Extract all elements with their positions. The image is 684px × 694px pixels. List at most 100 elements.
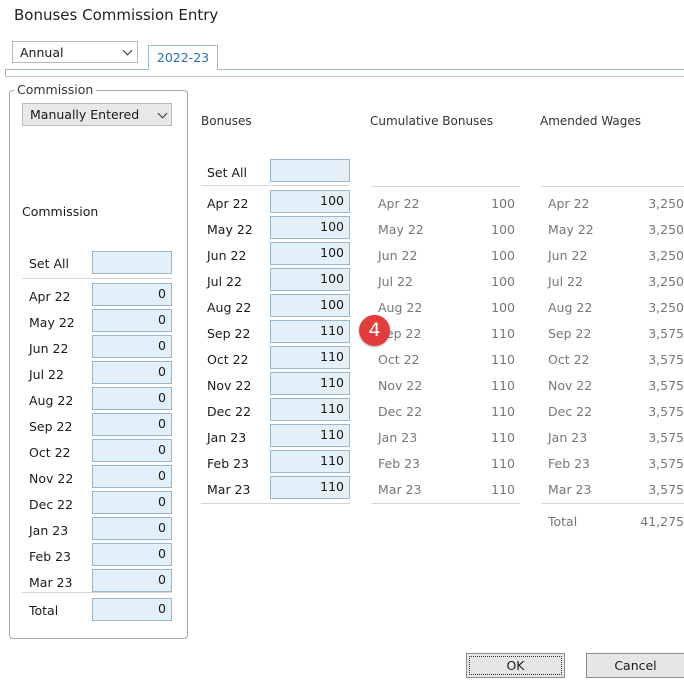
commission-group-label: Commission	[14, 82, 97, 97]
bonuses-heading: Bonuses	[201, 114, 252, 128]
bonus-month-label: Sep 22	[207, 326, 251, 341]
amended-month-value: 3,575	[648, 352, 684, 367]
divider	[541, 503, 684, 504]
commission-mode-value: Manually Entered	[30, 107, 140, 122]
amended-month-label: Sep 22	[548, 326, 592, 341]
cumulative-month-label: Mar 23	[378, 482, 422, 497]
commission-month-label: Jan 23	[29, 523, 69, 538]
amended-month-label: May 22	[548, 222, 594, 237]
bonus-month-label: Dec 22	[207, 404, 252, 419]
commission-month-input[interactable]: 0	[92, 283, 172, 306]
amended-month-value: 3,575	[648, 456, 684, 471]
amended-total-label: Total	[548, 514, 578, 529]
cumulative-month-value: 100	[491, 300, 515, 315]
cumulative-month-value: 110	[491, 404, 515, 419]
amended-month-label: Mar 23	[548, 482, 592, 497]
commission-month-input[interactable]: 0	[92, 517, 172, 540]
bonus-month-input[interactable]: 110	[270, 320, 350, 343]
cumulative-month-label: Nov 22	[378, 378, 423, 393]
amended-month-label: Jul 22	[548, 274, 583, 289]
commission-month-input[interactable]: 0	[92, 413, 172, 436]
commission-month-label: Dec 22	[29, 497, 74, 512]
bonuses-set-all-label: Set All	[207, 165, 247, 180]
amended-month-value: 3,575	[648, 404, 684, 419]
bonuses-set-all-input[interactable]	[270, 159, 350, 182]
commission-month-input[interactable]: 0	[92, 439, 172, 462]
bonus-month-label: Aug 22	[207, 300, 252, 315]
bonus-month-input[interactable]: 100	[270, 190, 350, 213]
bonus-month-label: Jul 22	[207, 274, 242, 289]
amended-month-value: 3,250	[648, 196, 684, 211]
bonus-month-input[interactable]: 110	[270, 450, 350, 473]
cumulative-month-value: 110	[491, 326, 515, 341]
bonus-month-input[interactable]: 110	[270, 424, 350, 447]
cumulative-month-label: Jul 22	[378, 274, 413, 289]
bonus-month-input[interactable]: 110	[270, 476, 350, 499]
commission-month-label: Jun 22	[29, 341, 69, 356]
amended-month-value: 3,250	[648, 300, 684, 315]
cumulative-month-label: Dec 22	[378, 404, 423, 419]
commission-month-label: Mar 23	[29, 575, 73, 590]
cumulative-month-label: Apr 22	[378, 196, 420, 211]
bonus-month-input[interactable]: 110	[270, 398, 350, 421]
chevron-down-icon	[157, 108, 168, 119]
divider	[22, 592, 172, 593]
commission-month-label: Sep 22	[29, 419, 73, 434]
bonus-month-input[interactable]: 100	[270, 268, 350, 291]
cumulative-month-value: 110	[491, 378, 515, 393]
bonus-month-label: Jan 23	[207, 430, 247, 445]
amended-month-value: 3,250	[648, 222, 684, 237]
commission-month-input[interactable]: 0	[92, 361, 172, 384]
commission-month-label: Apr 22	[29, 289, 71, 304]
amended-month-label: Feb 23	[548, 456, 591, 471]
commission-month-input[interactable]: 0	[92, 387, 172, 410]
amended-month-value: 3,575	[648, 430, 684, 445]
amended-month-label: Jan 23	[548, 430, 588, 445]
amended-month-value: 3,575	[648, 482, 684, 497]
commission-month-input[interactable]: 0	[92, 543, 172, 566]
bonus-month-label: Oct 22	[207, 352, 249, 367]
amended-month-value: 3,250	[648, 274, 684, 289]
cumulative-month-label: May 22	[378, 222, 424, 237]
amended-month-label: Apr 22	[548, 196, 590, 211]
commission-month-label: May 22	[29, 315, 75, 330]
commission-month-input[interactable]: 0	[92, 491, 172, 514]
commission-mode-select[interactable]: Manually Entered	[22, 103, 172, 126]
commission-set-all-input[interactable]	[92, 251, 172, 274]
cumulative-month-value: 100	[491, 248, 515, 263]
chevron-down-icon	[122, 45, 133, 56]
period-select[interactable]: Annual	[12, 41, 138, 63]
commission-month-input[interactable]: 0	[92, 309, 172, 332]
divider	[372, 186, 520, 187]
divider	[22, 278, 172, 279]
bonus-month-label: Jun 22	[207, 248, 247, 263]
bonus-month-label: Mar 23	[207, 482, 251, 497]
bonus-month-input[interactable]: 100	[270, 294, 350, 317]
amended-total-value: 41,275	[640, 514, 684, 529]
commission-month-input[interactable]: 0	[92, 569, 172, 592]
bonus-month-label: Feb 23	[207, 456, 250, 471]
divider	[541, 186, 684, 187]
cumulative-month-label: Feb 23	[378, 456, 421, 471]
commission-month-input[interactable]: 0	[92, 465, 172, 488]
bonus-month-input[interactable]: 110	[270, 372, 350, 395]
ok-button[interactable]: OK	[466, 653, 565, 678]
bonus-month-input[interactable]: 100	[270, 242, 350, 265]
bonus-month-label: Apr 22	[207, 196, 249, 211]
commission-month-label: Feb 23	[29, 549, 72, 564]
bonus-month-input[interactable]: 100	[270, 216, 350, 239]
bonus-month-input[interactable]: 110	[270, 346, 350, 369]
cumulative-month-value: 100	[491, 274, 515, 289]
amended-month-label: Oct 22	[548, 352, 590, 367]
tab-2022-23[interactable]: 2022-23	[148, 45, 218, 70]
cancel-button[interactable]: Cancel	[586, 653, 684, 678]
cumulative-month-label: Jan 23	[378, 430, 418, 445]
tab-strip	[5, 69, 684, 77]
amended-month-label: Aug 22	[548, 300, 593, 315]
commission-month-input[interactable]: 0	[92, 335, 172, 358]
commission-month-label: Aug 22	[29, 393, 74, 408]
cumulative-month-value: 110	[491, 482, 515, 497]
cumulative-month-value: 110	[491, 430, 515, 445]
commission-total-value: 0	[92, 598, 172, 621]
bonus-month-label: Nov 22	[207, 378, 252, 393]
